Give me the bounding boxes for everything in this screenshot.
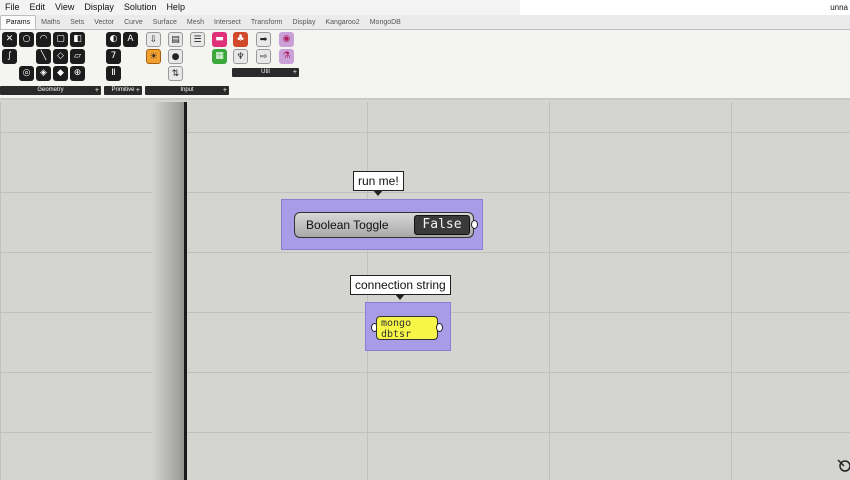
toggle-label: Boolean Toggle (306, 218, 389, 232)
box-icon[interactable]: ▢ (53, 32, 68, 47)
tab-mesh[interactable]: Mesh (182, 16, 209, 29)
boolean-toggle-component[interactable]: Boolean Toggle False (294, 212, 474, 238)
util-group-label[interactable]: Util + (232, 68, 299, 77)
toggle-output-port[interactable] (471, 220, 478, 229)
panel-output-port[interactable] (436, 323, 443, 332)
import-icon[interactable]: ⇩ (146, 32, 161, 47)
menu-solution[interactable]: Solution (119, 0, 162, 15)
menu-file[interactable]: File (0, 0, 25, 15)
component-tab-bar: Params Maths Sets Vector Curve Surface M… (0, 15, 850, 30)
value-list-icon[interactable]: ▤ (168, 32, 183, 47)
plane-icon[interactable]: ▱ (70, 49, 85, 64)
tab-mongodb[interactable]: MongoDB (365, 16, 406, 29)
input-group: ⇩ ▤ ☰ ▬ ☀ ● ▦ ⇅ (146, 32, 227, 81)
grid-line (0, 132, 850, 133)
document-title: unna (520, 0, 850, 15)
tab-vector[interactable]: Vector (89, 16, 119, 29)
tab-sets[interactable]: Sets (65, 16, 89, 29)
colour-swatch-icon[interactable]: ▦ (212, 49, 227, 64)
menu-edit[interactable]: Edit (25, 0, 51, 15)
tab-intersect[interactable]: Intersect (209, 16, 246, 29)
canvas-divider[interactable] (184, 102, 187, 480)
number-param-icon[interactable]: Ⅱ (106, 66, 121, 81)
grid-line (0, 252, 850, 253)
toggle-tooltip: run me! (353, 171, 404, 196)
input-group-label[interactable]: Input + (145, 86, 229, 95)
tab-kangaroo2[interactable]: Kangaroo2 (320, 16, 364, 29)
grid-line (0, 432, 850, 433)
data-dam-icon[interactable]: ◉ (279, 32, 294, 47)
twisted-box-icon[interactable]: ◈ (36, 66, 51, 81)
toggle-value-button[interactable]: False (414, 215, 470, 235)
panel-text[interactable]: mongo dbtsr (377, 317, 437, 339)
brep-icon[interactable]: ◧ (70, 32, 85, 47)
util-group: ♣ ➡ ◉ ♆ ⇨ ⚗ (233, 32, 294, 64)
curve-icon[interactable]: ∫ (2, 49, 17, 64)
component-toolbar: ✕ ○ ◠ ▢ ◧ ∫ ╲ ◇ ▱ ◎ ◈ ◆ ⊕ Geometry + ◐ A … (0, 30, 850, 100)
boolean-param-icon[interactable]: ◐ (106, 32, 121, 47)
tab-params[interactable]: Params (0, 15, 37, 29)
text-param-icon[interactable]: A (123, 32, 138, 47)
field-icon[interactable]: ◆ (53, 66, 68, 81)
grid-line (0, 192, 850, 193)
menu-bar: File Edit View Display Solution Help unn… (0, 0, 850, 15)
tab-transform[interactable]: Transform (246, 16, 288, 29)
gradient-icon[interactable]: ▬ (212, 32, 227, 47)
menu-display[interactable]: Display (79, 0, 119, 15)
menu-view[interactable]: View (50, 0, 79, 15)
cherry-picker-icon[interactable]: ♣ (233, 32, 248, 47)
button-icon[interactable]: ● (168, 49, 183, 64)
menu-help[interactable]: Help (161, 0, 190, 15)
boolean-toggle-icon[interactable]: ☀ (146, 49, 161, 64)
integer-param-icon[interactable]: 7 (106, 49, 121, 64)
primitive-group-label[interactable]: Primitive + (104, 86, 142, 95)
panel-tooltip: connection string (350, 275, 451, 300)
tab-curve[interactable]: Curve (119, 16, 148, 29)
geometry-icon[interactable]: ⊕ (70, 66, 85, 81)
grasshopper-canvas[interactable]: run me! Boolean Toggle False connection … (0, 102, 850, 480)
primitive-group: ◐ A 7 Ⅱ (106, 32, 138, 81)
text-panel-component[interactable]: mongo dbtsr (376, 316, 438, 340)
canvas-edge-shadow (152, 102, 186, 480)
flask-icon[interactable]: ⚗ (279, 49, 294, 64)
geometry-group-label[interactable]: Geometry + (0, 86, 101, 95)
panel-icon[interactable]: ☰ (190, 32, 205, 47)
grid-line (0, 102, 1, 480)
jump-icon[interactable]: ⇨ (256, 49, 271, 64)
arc-icon[interactable]: ◠ (36, 32, 51, 47)
tab-display[interactable]: Display (288, 16, 321, 29)
grid-line (549, 102, 550, 480)
relay-icon[interactable]: ➡ (256, 32, 271, 47)
mesh-icon[interactable]: ◇ (53, 49, 68, 64)
canvas-navigation-icon[interactable] (836, 452, 850, 474)
line-icon[interactable]: ╲ (36, 49, 51, 64)
surface-icon[interactable]: ◎ (19, 66, 34, 81)
grid-line (731, 102, 732, 480)
slider-icon[interactable]: ⇅ (168, 66, 183, 81)
grid-line (0, 372, 850, 373)
tree-icon[interactable]: ♆ (233, 49, 248, 64)
circle-icon[interactable]: ○ (19, 32, 34, 47)
geometry-group: ✕ ○ ◠ ▢ ◧ ∫ ╲ ◇ ▱ ◎ ◈ ◆ ⊕ (2, 32, 85, 81)
point-icon[interactable]: ✕ (2, 32, 17, 47)
tab-surface[interactable]: Surface (148, 16, 182, 29)
tab-maths[interactable]: Maths (36, 16, 65, 29)
